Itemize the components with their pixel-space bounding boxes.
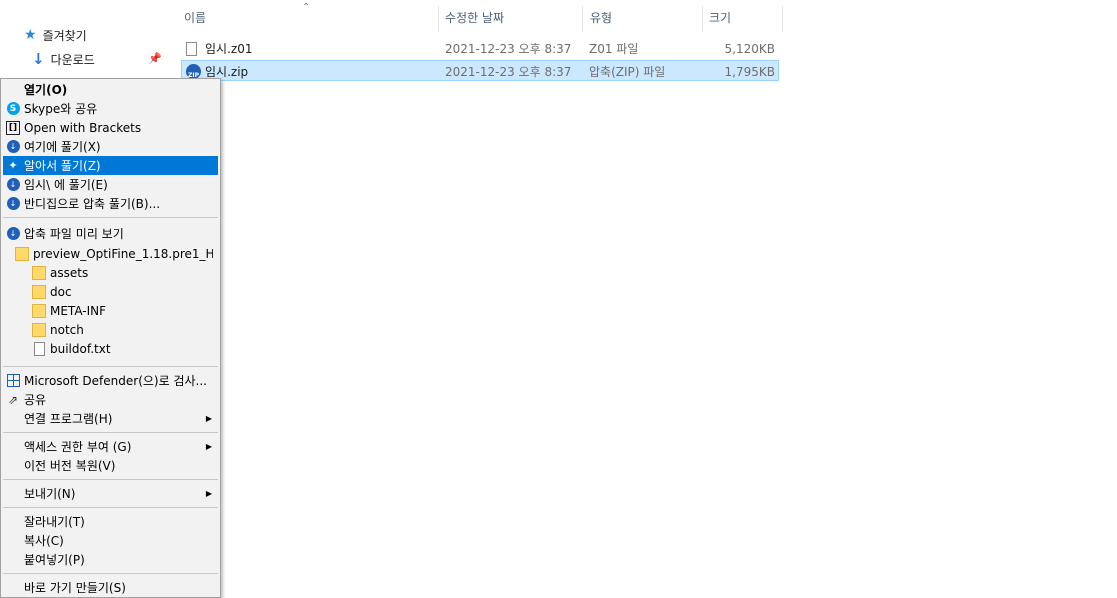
menu-item-extract-here[interactable]: ↓ 여기에 풀기(X) <box>3 137 218 156</box>
menu-item-share[interactable]: ⇗ 공유 <box>3 390 218 409</box>
star-icon: ★ <box>24 27 37 43</box>
menu-item-paste[interactable]: 붙여넣기(P) <box>3 550 218 569</box>
menu-item-create-shortcut[interactable]: 바로 가기 만들기(S) <box>3 578 218 597</box>
sort-ascending-icon: ⌃ <box>302 2 311 13</box>
bandizip-icon: ↓ <box>5 139 21 155</box>
preview-root-folder[interactable]: preview_OptiFine_1.18.pre1_H... <box>13 244 213 263</box>
menu-item-bandizip-extract[interactable]: ↓ 반디집으로 압축 풀기(B)... <box>3 194 218 213</box>
file-row-selected[interactable]: ZIP 임시.zip 2021-12-23 오후 8:37 압축(ZIP) 파일… <box>181 60 779 81</box>
nav-item-label: 즐겨찾기 <box>42 28 87 43</box>
menu-separator <box>3 479 218 480</box>
folder-icon <box>15 246 30 262</box>
magic-wand-icon: ✦ <box>8 159 18 172</box>
menu-item-extract-to[interactable]: ↓ 임시\ 에 풀기(E) <box>3 175 218 194</box>
preview-folder[interactable]: notch <box>29 320 214 339</box>
share-icon: ⇗ <box>7 392 19 407</box>
preview-folder[interactable]: META-INF <box>29 301 214 320</box>
menu-item-open-brackets[interactable]: [] Open with Brackets <box>3 118 218 137</box>
preview-folder[interactable]: doc <box>29 282 214 301</box>
column-divider[interactable] <box>438 6 439 32</box>
nav-item-label: 다운로드 <box>50 52 95 67</box>
text-file-icon <box>31 341 47 357</box>
menu-item-give-access[interactable]: 액세스 권한 부여 (G) ▶ <box>3 437 218 456</box>
menu-item-send-to[interactable]: 보내기(N) ▶ <box>3 484 218 503</box>
menu-item-skype-share[interactable]: S Skype와 공유 <box>3 99 218 118</box>
column-header-name[interactable]: 이름 <box>184 0 206 34</box>
folder-icon <box>31 265 47 281</box>
menu-separator <box>3 366 218 367</box>
column-header-size[interactable]: 크기 <box>709 0 731 34</box>
menu-separator <box>3 432 218 433</box>
context-menu: 열기(O) S Skype와 공유 [] Open with Brackets … <box>0 78 221 598</box>
folder-icon <box>31 303 47 319</box>
preview-file[interactable]: buildof.txt <box>29 339 214 358</box>
menu-item-smart-extract[interactable]: ✦ 알아서 풀기(Z) <box>3 156 218 175</box>
file-date: 2021-12-23 오후 8:37 <box>445 42 572 56</box>
file-row[interactable]: 임시.z01 2021-12-23 오후 8:37 Z01 파일 5,120KB <box>181 38 779 59</box>
menu-item-restore-versions[interactable]: 이전 버전 복원(V) <box>3 456 218 475</box>
submenu-arrow-icon: ▶ <box>205 414 212 423</box>
file-type: Z01 파일 <box>589 42 639 56</box>
menu-item-defender-scan[interactable]: Microsoft Defender(으)로 검사... <box>3 371 218 390</box>
file-icon <box>186 38 197 59</box>
submenu-arrow-icon: ▶ <box>205 442 212 451</box>
menu-item-open[interactable]: 열기(O) <box>3 80 218 99</box>
download-arrow-icon: ↓ <box>32 50 45 68</box>
file-date: 2021-12-23 오후 8:37 <box>445 65 572 79</box>
file-name: 임시.z01 <box>205 42 253 56</box>
defender-shield-icon <box>5 373 21 389</box>
submenu-arrow-icon: ▶ <box>205 489 212 498</box>
menu-separator <box>3 507 218 508</box>
bandizip-icon: ↓ <box>5 196 21 212</box>
nav-item-quick-access[interactable]: ★ 즐겨찾기 <box>24 24 87 46</box>
column-header-date[interactable]: 수정한 날짜 <box>445 0 504 34</box>
column-divider[interactable] <box>702 6 703 32</box>
menu-separator <box>3 217 218 218</box>
menu-item-cut[interactable]: 잘라내기(T) <box>3 512 218 531</box>
file-type: 압축(ZIP) 파일 <box>589 65 666 79</box>
file-size: 5,120KB <box>724 41 775 56</box>
menu-separator <box>3 573 218 574</box>
skype-icon: S <box>5 101 21 117</box>
bandizip-icon: ↓ <box>5 226 21 242</box>
column-divider[interactable] <box>782 6 783 32</box>
column-divider[interactable] <box>582 6 583 32</box>
folder-icon <box>31 284 47 300</box>
pin-icon[interactable]: 📌 <box>148 52 162 65</box>
menu-item-open-with[interactable]: 연결 프로그램(H) ▶ <box>3 409 218 428</box>
folder-icon <box>31 322 47 338</box>
preview-folder[interactable]: assets <box>29 263 214 282</box>
nav-item-downloads[interactable]: ↓ 다운로드 <box>32 48 95 70</box>
bandizip-icon: ↓ <box>5 177 21 193</box>
menu-item-copy[interactable]: 복사(C) <box>3 531 218 550</box>
brackets-icon: [] <box>5 120 21 136</box>
menu-item-preview[interactable]: ↓ 압축 파일 미리 보기 <box>3 224 218 243</box>
column-header-type[interactable]: 유형 <box>590 0 612 34</box>
file-size: 1,795KB <box>724 64 775 79</box>
